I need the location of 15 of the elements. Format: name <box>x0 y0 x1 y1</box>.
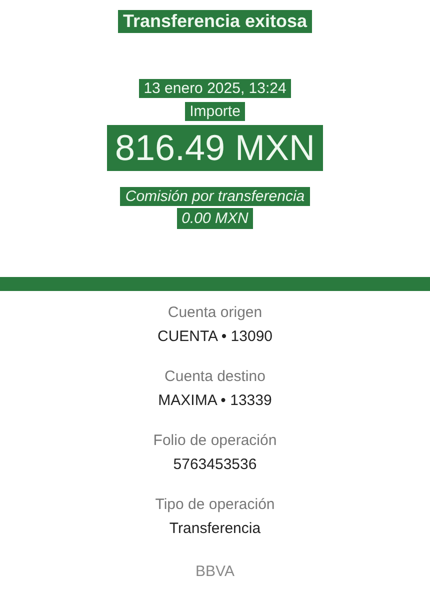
transfer-date: 13 enero 2025, 13:24 <box>138 79 292 98</box>
detail-label: Folio de operación <box>153 431 277 451</box>
detail-value: CUENTA • 13090 <box>157 327 273 347</box>
amount-label: Importe <box>184 102 246 121</box>
detail-label: Tipo de operación <box>155 495 275 515</box>
fee-label: Comisión por transferencia <box>120 187 310 206</box>
title: Transferencia exitosa <box>118 10 312 33</box>
fee-amount: 0.00 MXN <box>176 208 254 229</box>
detail-value: 5763453536 <box>173 455 257 475</box>
detail-value: Transferencia <box>169 519 261 539</box>
detail-label: Cuenta destino <box>164 367 266 387</box>
detail-label: Cuenta origen <box>168 303 262 323</box>
amount: 816.49 MXN <box>106 125 324 171</box>
bank-name: BBVA <box>196 563 234 580</box>
detail-value: MAXIMA • 13339 <box>158 391 272 411</box>
